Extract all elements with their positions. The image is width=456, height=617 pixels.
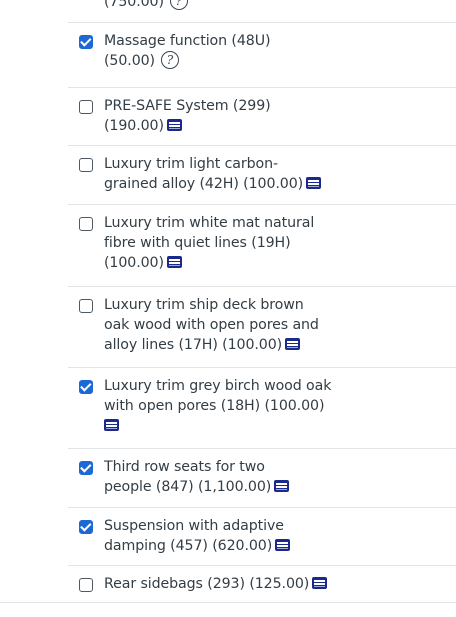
details-list-icon[interactable] — [104, 419, 119, 431]
option-label-line: Luxury trim ship deck brown — [104, 297, 304, 313]
option-row: Suspension with adaptive damping (457) (… — [68, 508, 456, 566]
option-row: Luxury trim ship deck brown oak wood wit… — [68, 287, 456, 368]
details-list-icon[interactable] — [166, 119, 182, 131]
option-row: Rear sidebags (293) (125.00) — [68, 566, 456, 603]
option-checkbox[interactable] — [79, 158, 93, 172]
option-label-line: grained alloy (42H) (100.00) — [104, 176, 304, 192]
option-text[interactable]: Rear sidebags (293) (125.00) — [104, 574, 386, 594]
info-icon[interactable] — [170, 0, 189, 10]
option-label-line: Luxury trim light carbon- — [104, 156, 279, 172]
option-label-line: damping (457) (620.00) — [104, 538, 273, 554]
option-label-line: oak wood with open pores and — [104, 317, 319, 333]
option-checkbox[interactable] — [79, 578, 93, 592]
option-checkbox[interactable] — [79, 380, 93, 394]
option-price: (100.00) — [104, 255, 164, 271]
option-label-line: Third row seats for two — [104, 459, 265, 475]
option-text[interactable]: Luxury trim light carbon- grained alloy … — [104, 154, 386, 194]
section-divider — [0, 602, 456, 603]
option-label-line: fibre with quiet lines (19H) — [104, 235, 291, 251]
option-label-line: alloy lines (17H) (100.00) — [104, 337, 283, 353]
option-price: (750.00) — [104, 0, 164, 10]
details-list-icon[interactable] — [274, 480, 290, 492]
details-list-icon[interactable] — [306, 177, 322, 189]
option-text: (750.00) — [104, 0, 386, 12]
option-label-line: Luxury trim white mat natural — [104, 215, 315, 231]
option-row: Massage function (48U) (50.00) — [68, 23, 456, 88]
option-checkbox[interactable] — [79, 520, 93, 534]
option-text[interactable]: Luxury trim ship deck brown oak wood wit… — [104, 295, 386, 355]
option-price: (50.00) — [104, 53, 155, 69]
option-label-line: Suspension with adaptive — [104, 518, 284, 534]
option-text[interactable]: Massage function (48U) (50.00) — [104, 31, 386, 71]
option-text[interactable]: Third row seats for two people (847) (1,… — [104, 457, 386, 497]
option-checkbox[interactable] — [79, 100, 93, 114]
details-list-icon[interactable] — [312, 577, 328, 589]
option-row: Luxury trim grey birch wood oak with ope… — [68, 368, 456, 449]
option-checkbox[interactable] — [79, 35, 93, 49]
option-text[interactable]: Suspension with adaptive damping (457) (… — [104, 516, 386, 556]
option-text[interactable]: PRE-SAFE System (299) (190.00) — [104, 96, 386, 136]
option-label-line: Luxury trim grey birch wood oak — [104, 378, 332, 394]
option-checkbox[interactable] — [79, 299, 93, 313]
info-icon[interactable] — [161, 51, 180, 69]
option-row: (750.00) — [68, 0, 456, 23]
option-row: PRE-SAFE System (299) (190.00) — [68, 88, 456, 146]
option-text[interactable]: Luxury trim grey birch wood oak with ope… — [104, 376, 386, 436]
option-label-line: Massage function (48U) — [104, 33, 271, 49]
option-label-line: Rear sidebags (293) (125.00) — [104, 576, 310, 592]
option-price: (190.00) — [104, 118, 164, 134]
option-label-line: with open pores (18H) (100.00) — [104, 398, 325, 414]
option-row: Luxury trim light carbon- grained alloy … — [68, 146, 456, 205]
option-row: Luxury trim white mat natural fibre with… — [68, 205, 456, 287]
option-label-line: PRE-SAFE System (299) — [104, 98, 271, 114]
option-row: Third row seats for two people (847) (1,… — [68, 449, 456, 508]
option-checkbox[interactable] — [79, 217, 93, 231]
option-checkbox[interactable] — [79, 461, 93, 475]
details-list-icon[interactable] — [166, 256, 182, 268]
option-label-line: people (847) (1,100.00) — [104, 479, 272, 495]
details-list-icon[interactable] — [285, 338, 301, 350]
details-list-icon[interactable] — [275, 539, 291, 551]
option-text[interactable]: Luxury trim white mat natural fibre with… — [104, 213, 386, 273]
